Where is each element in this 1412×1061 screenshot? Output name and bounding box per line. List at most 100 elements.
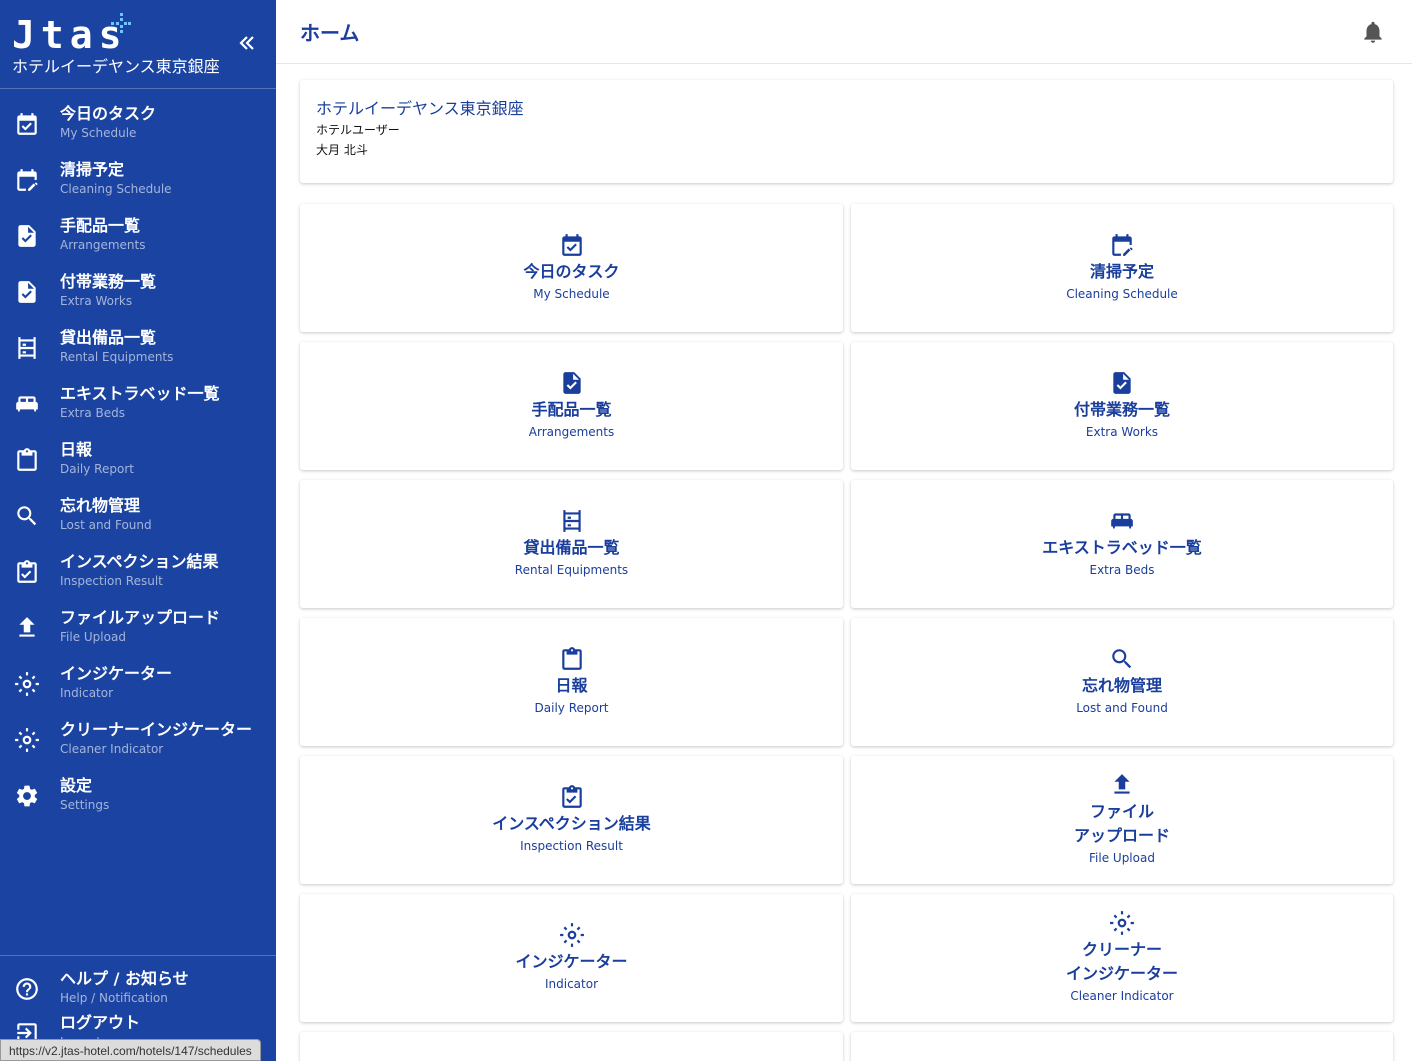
sidebar-item-label: 清掃予定 (60, 160, 125, 179)
sidebar-item-daily-report[interactable]: 日報 Daily Report (0, 437, 276, 493)
main-content: ホーム ホテルイーデヤンス東京銀座 ホテルユーザー 大月 北斗 今日のタスク My… (276, 0, 1412, 1061)
sidebar-item-rental-equipments[interactable]: 貸出備品一覧 Rental Equipments (0, 325, 276, 381)
sun-icon (1109, 910, 1135, 936)
tile-rental-equipments[interactable]: 貸出備品一覧 Rental Equipments (300, 480, 843, 608)
page-title: ホーム (300, 21, 360, 45)
calendar-edit-icon (1109, 232, 1135, 258)
sun-icon (14, 671, 40, 697)
file-check-icon (1109, 370, 1135, 396)
collapse-sidebar-button[interactable] (236, 32, 258, 54)
tile-sublabel: Extra Beds (1089, 563, 1155, 577)
tile-cleaning-schedule[interactable]: 清掃予定 Cleaning Schedule (851, 204, 1393, 332)
sidebar-item-sublabel: My Schedule (60, 126, 137, 140)
sidebar-item-indicator[interactable]: インジケーター Indicator (0, 661, 276, 717)
tile-label: 手配品一覧 (531, 400, 612, 419)
bell-icon[interactable] (1360, 19, 1386, 45)
sidebar-item-label: 設定 (60, 776, 93, 795)
clipboard-check-icon (559, 784, 585, 810)
menu-grid: 今日のタスク My Schedule 清掃予定 Cleaning Schedule 手配… (300, 204, 1393, 1061)
tile-sublabel: Indicator (544, 977, 599, 991)
sidebar-item-label: ファイルアップロード (60, 608, 221, 627)
sidebar-item-label: エキストラベッド一覧 (60, 384, 220, 403)
sidebar-item-settings[interactable]: 設定 Settings (0, 773, 276, 829)
tile-sublabel: Daily Report (534, 701, 609, 715)
sidebar-item-sublabel: Cleaner Indicator (60, 742, 164, 756)
sidebar-item-label: 付帯業務一覧 (60, 272, 157, 291)
upload-icon (14, 615, 40, 641)
tile-label: ファイル アップロード (1073, 802, 1170, 845)
tile-label: クリーナー インジケーター (1065, 940, 1178, 983)
sidebar-item-label: インジケーター (60, 664, 173, 683)
tile-sublabel: Extra Works (1085, 425, 1159, 439)
calendar-edit-icon (14, 167, 40, 193)
tile-sublabel: Cleaner Indicator (1070, 989, 1174, 1003)
sidebar-item-extra-beds[interactable]: エキストラベッド一覧 Extra Beds (0, 381, 276, 437)
tile-indicator[interactable]: インジケーター Indicator (300, 894, 843, 1022)
tile-partial[interactable] (300, 1032, 843, 1061)
tile-sublabel: Lost and Found (1076, 701, 1168, 715)
tile-daily-report[interactable]: 日報 Daily Report (300, 618, 843, 746)
sidebar-nav: 今日のタスク My Schedule 清掃予定 Cleaning Schedule 手配… (0, 89, 276, 829)
sidebar-item-cleaning-schedule[interactable]: 清掃予定 Cleaning Schedule (0, 157, 276, 213)
info-hotel-name: ホテルイーデヤンス東京銀座 (316, 99, 524, 118)
tile-lost-and-found[interactable]: 忘れ物管理 Lost and Found (851, 618, 1393, 746)
tile-sublabel: Cleaning Schedule (1066, 287, 1178, 301)
tile-label: インスペクション結果 (492, 814, 651, 833)
tile-my-schedule[interactable]: 今日のタスク My Schedule (300, 204, 843, 332)
sidebar-item-my-schedule[interactable]: 今日のタスク My Schedule (0, 101, 276, 157)
clipboard-icon (14, 447, 40, 473)
sidebar-item-sublabel: Lost and Found (60, 518, 152, 532)
info-user-role: ホテルユーザー (316, 123, 400, 137)
sidebar-item-label: 忘れ物管理 (60, 496, 141, 515)
sidebar: Jtas ホテルイーデヤンス東京銀座 今日のタスク My Schedule 清掃予定… (0, 0, 276, 1061)
sidebar-hotel-name: ホテルイーデヤンス東京銀座 (12, 57, 220, 76)
tile-inspection-result[interactable]: インスペクション結果 Inspection Result (300, 756, 843, 884)
gear-icon (14, 783, 40, 809)
sidebar-item-cleaner-indicator[interactable]: クリーナーインジケーター Cleaner Indicator (0, 717, 276, 773)
sun-icon (14, 727, 40, 753)
sidebar-item-label: ヘルプ / お知らせ (60, 969, 189, 988)
tile-label: 忘れ物管理 (1081, 676, 1162, 695)
tile-file-upload[interactable]: ファイル アップロード File Upload (851, 756, 1393, 884)
tile-label: 貸出備品一覧 (523, 538, 620, 557)
sidebar-item-label: 手配品一覧 (60, 216, 141, 235)
sidebar-item-label: 貸出備品一覧 (60, 328, 157, 347)
sidebar-item-label: 日報 (60, 440, 93, 459)
tile-sublabel: My Schedule (533, 287, 610, 301)
clipboard-check-icon (14, 559, 40, 585)
sidebar-item-inspection-result[interactable]: インスペクション結果 Inspection Result (0, 549, 276, 605)
tile-label: 日報 (555, 676, 588, 695)
tile-cleaner-indicator[interactable]: クリーナー インジケーター Cleaner Indicator (851, 894, 1393, 1022)
user-info-card: ホテルイーデヤンス東京銀座 ホテルユーザー 大月 北斗 (300, 80, 1393, 183)
upload-icon (1109, 772, 1135, 798)
tile-label: エキストラベッド一覧 (1042, 538, 1202, 557)
sidebar-item-sublabel: Help / Notification (60, 991, 168, 1005)
sidebar-item-label: クリーナーインジケーター (60, 720, 253, 739)
sidebar-item-extra-works[interactable]: 付帯業務一覧 Extra Works (0, 269, 276, 325)
search-icon (1109, 646, 1135, 672)
top-bar: ホーム (276, 0, 1412, 64)
search-icon (14, 503, 40, 529)
tile-label: インジケーター (515, 952, 628, 971)
shelf-icon (559, 508, 585, 534)
sidebar-item-sublabel: Arrangements (60, 238, 146, 252)
sidebar-item-arrangements[interactable]: 手配品一覧 Arrangements (0, 213, 276, 269)
sidebar-item-sublabel: Settings (60, 798, 110, 812)
tile-extra-beds[interactable]: エキストラベッド一覧 Extra Beds (851, 480, 1393, 608)
tile-extra-works[interactable]: 付帯業務一覧 Extra Works (851, 342, 1393, 470)
status-url: https://v2.jtas-hotel.com/hotels/147/sch… (0, 1039, 261, 1061)
shelf-icon (14, 335, 40, 361)
sidebar-item-file-upload[interactable]: ファイルアップロード File Upload (0, 605, 276, 661)
tile-sublabel: File Upload (1089, 851, 1155, 865)
tile-partial[interactable] (851, 1032, 1393, 1061)
sidebar-item-sublabel: Extra Works (60, 294, 133, 308)
sidebar-item-sublabel: Indicator (60, 686, 114, 700)
sparkle-icon (111, 13, 131, 33)
tile-arrangements[interactable]: 手配品一覧 Arrangements (300, 342, 843, 470)
double-chevron-left-icon (239, 36, 254, 50)
file-check-icon (559, 370, 585, 396)
info-user-name: 大月 北斗 (316, 143, 368, 157)
sidebar-item-help-notification[interactable]: ヘルプ / お知らせ Help / Notification (0, 966, 276, 1010)
bed-icon (1109, 508, 1135, 534)
sidebar-item-lost-and-found[interactable]: 忘れ物管理 Lost and Found (0, 493, 276, 549)
